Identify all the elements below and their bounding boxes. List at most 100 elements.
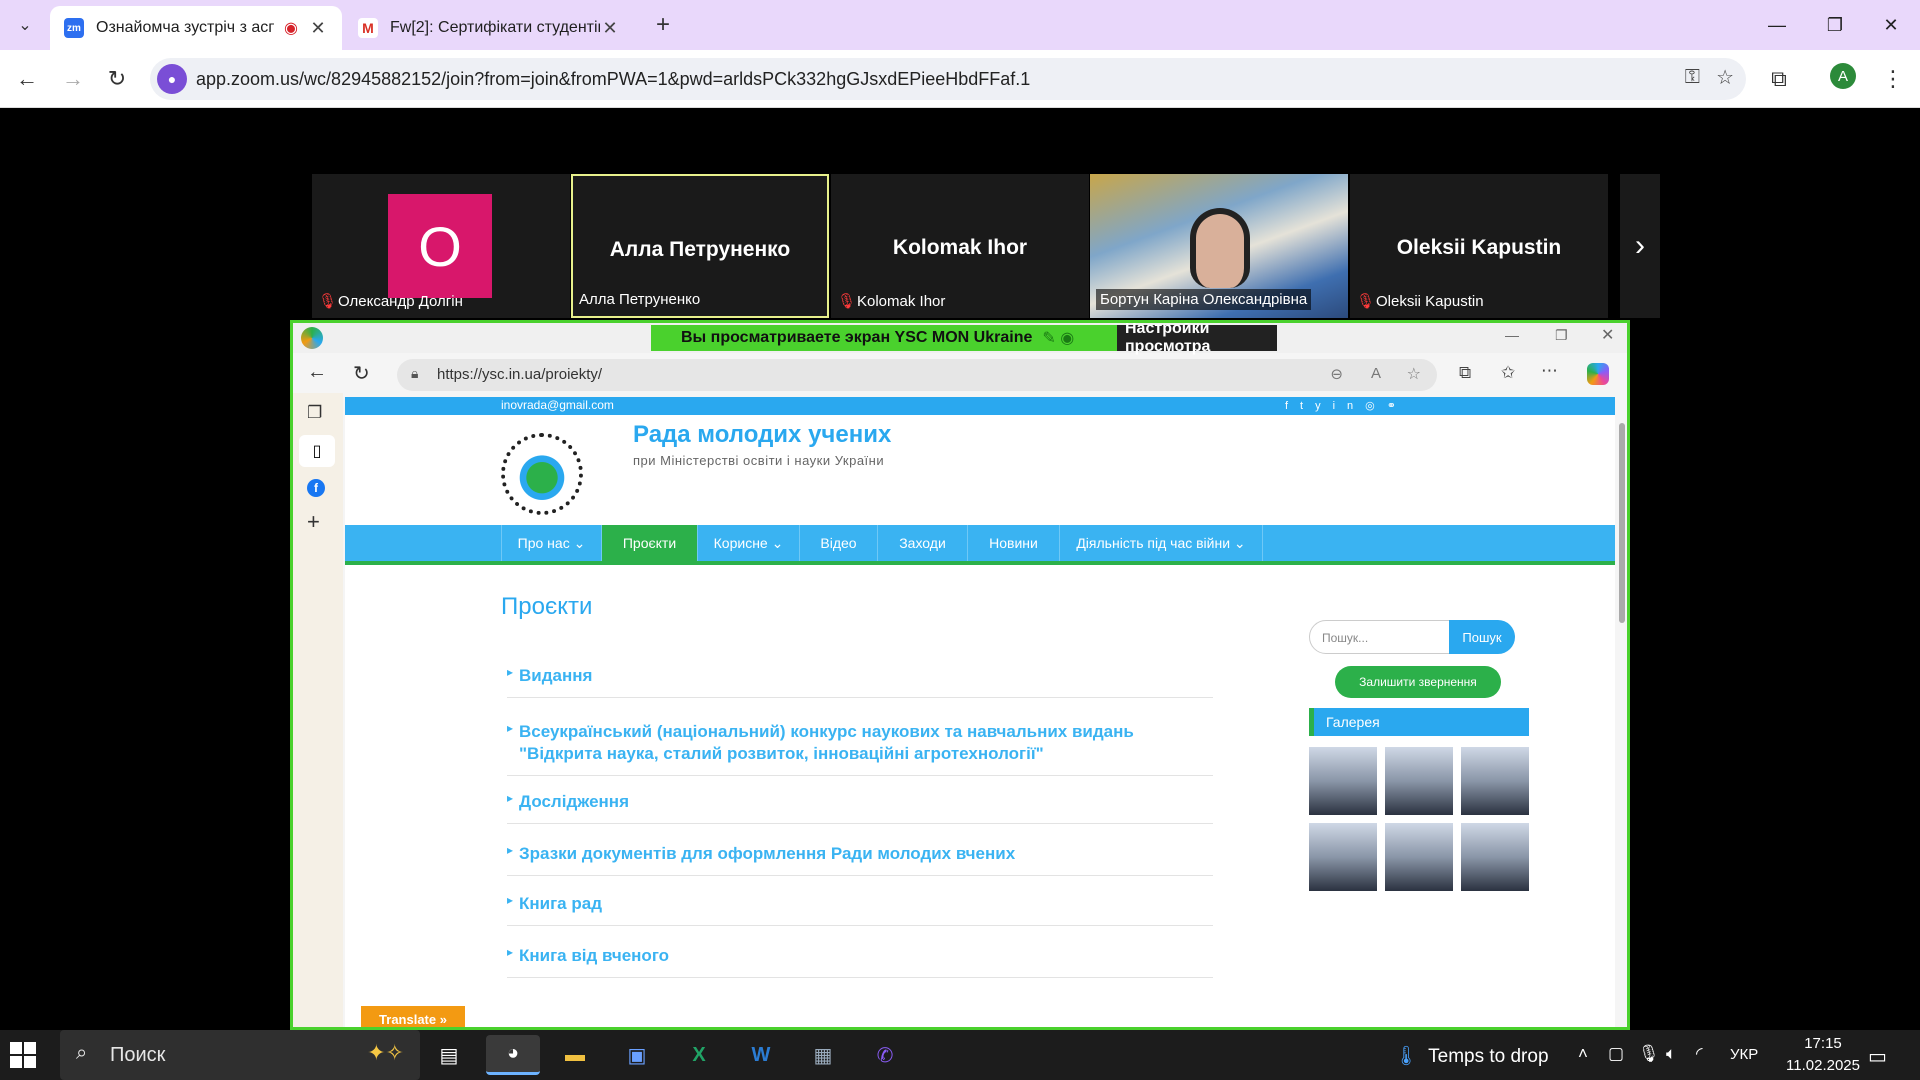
viber-app-icon[interactable]: ✆ xyxy=(858,1035,912,1075)
leave-appeal-button[interactable]: Залишити звернення xyxy=(1335,666,1501,698)
back-arrow-icon[interactable]: ← xyxy=(10,62,44,96)
edge-back-arrow-icon[interactable]: ← xyxy=(307,361,327,384)
gallery-photo[interactable] xyxy=(1385,823,1453,891)
participant-tile[interactable]: Kolomak Ihor 🎙︎ Kolomak Ihor xyxy=(831,174,1089,318)
task-view-icon[interactable]: ▤ xyxy=(422,1035,476,1075)
address-bar[interactable]: ● app.zoom.us/wc/82945882152/join?from=j… xyxy=(150,58,1746,100)
gallery-photo[interactable] xyxy=(1461,747,1529,815)
menu-item-projects[interactable]: Проєкти xyxy=(601,525,697,561)
site-logo[interactable] xyxy=(501,433,583,515)
participant-tile[interactable]: Oleksii Kapustin 🎙︎ Oleksii Kapustin xyxy=(1350,174,1608,318)
edge-more-icon[interactable]: ⋯ xyxy=(1541,361,1558,381)
edge-reload-icon[interactable]: ↻ xyxy=(353,361,370,386)
social-icons[interactable]: ftyin◎⚭ xyxy=(1285,399,1408,412)
new-tab-plus-icon[interactable]: + xyxy=(646,8,680,42)
lock-icon: 🔒︎ xyxy=(411,365,419,381)
save-disk-app-icon[interactable]: ▣ xyxy=(610,1035,664,1075)
clock-date[interactable]: 11.02.2025 xyxy=(1778,1057,1868,1074)
site-email[interactable]: inovrada@gmail.com xyxy=(501,398,614,412)
clock-time[interactable]: 17:15 xyxy=(1778,1035,1868,1052)
file-explorer-icon[interactable]: ▬ xyxy=(548,1035,602,1075)
menu-item-about[interactable]: Про нас ⌄ xyxy=(501,525,601,561)
site-search-input[interactable]: Пошук... xyxy=(1309,620,1469,654)
edge-restore-icon[interactable]: ❐ xyxy=(1555,327,1568,344)
zoom-top-bar xyxy=(0,108,1920,170)
participant-tile[interactable]: O 🎙︎ Олександр Долгін xyxy=(312,174,570,318)
participant-name-label: 🎙︎ Kolomak Ihor xyxy=(837,292,946,311)
facebook-icon[interactable]: f xyxy=(307,479,325,497)
weather-widget[interactable]: 🌡︎ Temps to drop xyxy=(1394,1044,1549,1068)
edge-extensions-icon[interactable]: ⧉ xyxy=(1459,363,1471,383)
edge-address-bar[interactable]: 🔒︎ https://ysc.in.ua/proiekty/ ⊖ A ☆ xyxy=(397,359,1437,391)
minimize-icon[interactable]: — xyxy=(1748,0,1806,50)
edge-minimize-icon[interactable]: — xyxy=(1505,327,1519,343)
edge-url[interactable]: https://ysc.in.ua/proiekty/ xyxy=(437,366,602,383)
site-title[interactable]: Рада молодих учених xyxy=(633,421,891,449)
windows-start-icon[interactable] xyxy=(10,1042,36,1068)
participant-video-tile[interactable]: Бортун Каріна Олександрівна xyxy=(1090,174,1348,318)
project-link[interactable]: Всеукраїнський (національний) конкурс на… xyxy=(507,717,1213,776)
site-search-button[interactable]: Пошук xyxy=(1449,620,1515,654)
forward-arrow-icon[interactable]: → xyxy=(56,62,90,96)
zoom-out-icon[interactable]: ⊖ xyxy=(1330,365,1343,383)
participant-name-label: Алла Петруненко xyxy=(579,291,701,308)
project-link[interactable]: Зразки документів для оформлення Ради мо… xyxy=(507,839,1213,876)
gallery-photo[interactable] xyxy=(1309,823,1377,891)
menu-item-news[interactable]: Новини xyxy=(967,525,1059,561)
meet-now-icon[interactable]: ▢ xyxy=(1608,1044,1624,1064)
view-settings-button[interactable]: Настройки просмотра xyxy=(1117,323,1277,355)
project-link[interactable]: Дослідження xyxy=(507,787,1213,824)
participant-tile-active-speaker[interactable]: Алла Петруненко Алла Петруненко xyxy=(571,174,829,318)
key-icon[interactable]: ⚿ xyxy=(1685,66,1700,89)
translate-button[interactable]: Translate » xyxy=(361,1006,465,1027)
menu-item-video[interactable]: Відео xyxy=(799,525,877,561)
tab-search-chevron-icon[interactable]: ⌄ xyxy=(8,8,42,42)
page-icon[interactable]: ▯ xyxy=(299,435,335,467)
volume-icon[interactable]: 🔈︎ xyxy=(1666,1044,1676,1064)
tray-chevron-icon[interactable]: ˄ xyxy=(1578,1044,1588,1064)
tab-actions-icon[interactable]: ❐ xyxy=(307,403,322,423)
edge-workspace-icon[interactable] xyxy=(301,327,323,349)
microphone-icon[interactable]: ● xyxy=(157,64,187,94)
scrollbar[interactable] xyxy=(1619,423,1625,623)
excel-app-icon[interactable]: X xyxy=(672,1035,726,1075)
gallery-heading: Галерея xyxy=(1309,708,1529,736)
tab-zoom-meeting[interactable]: zm Ознайомча зустріч з аспір ◉ ✕ xyxy=(50,6,342,50)
project-link[interactable]: Книга від вченого xyxy=(507,941,1213,978)
read-aloud-icon[interactable]: A xyxy=(1371,365,1381,382)
menu-item-events[interactable]: Заходи xyxy=(877,525,967,561)
tab-gmail[interactable]: M Fw[2]: Сертифікати студентів - ✕ xyxy=(344,6,634,50)
favorite-star-icon[interactable]: ☆ xyxy=(1407,364,1421,384)
microphone-tray-icon[interactable]: 🎙︎ xyxy=(1638,1044,1660,1064)
network-icon[interactable]: ◜ xyxy=(1696,1044,1703,1064)
menu-kebab-icon[interactable]: ⋮ xyxy=(1876,62,1910,96)
window-close-icon[interactable]: ✕ xyxy=(1862,0,1920,50)
next-page-chevron-icon[interactable]: › xyxy=(1620,174,1660,318)
website-page: inovrada@gmail.com ftyin◎⚭ Рада молодих … xyxy=(345,397,1615,1027)
project-link[interactable]: Видання xyxy=(507,661,1213,698)
close-tab-icon[interactable]: ✕ xyxy=(600,18,620,39)
reload-icon[interactable]: ↻ xyxy=(100,62,134,96)
gallery-photo[interactable] xyxy=(1385,747,1453,815)
profile-avatar[interactable]: A xyxy=(1830,63,1856,89)
chrome-app-icon[interactable]: ◕ xyxy=(486,1035,540,1075)
calculator-app-icon[interactable]: ▦ xyxy=(796,1035,850,1075)
star-bookmark-icon[interactable]: ☆ xyxy=(1716,65,1734,90)
taskbar-search-input[interactable]: ⌕ Поиск ✦✧ xyxy=(60,1030,420,1080)
input-language[interactable]: УКР xyxy=(1730,1046,1758,1063)
copilot-icon[interactable] xyxy=(1587,363,1609,385)
notifications-icon[interactable]: ▭ xyxy=(1868,1044,1887,1069)
word-app-icon[interactable]: W xyxy=(734,1035,788,1075)
add-plus-icon[interactable]: + xyxy=(307,509,320,535)
edge-close-icon[interactable]: ✕ xyxy=(1601,325,1614,345)
edge-favorites-icon[interactable]: ✩ xyxy=(1501,363,1515,383)
gallery-photo[interactable] xyxy=(1309,747,1377,815)
extensions-puzzle-icon[interactable]: ⧉ xyxy=(1762,62,1796,96)
menu-item-useful[interactable]: Корисне ⌄ xyxy=(697,525,799,561)
gallery-photo[interactable] xyxy=(1461,823,1529,891)
project-link[interactable]: Книга рад xyxy=(507,889,1213,926)
menu-item-war-activity[interactable]: Діяльність під час війни ⌄ xyxy=(1059,525,1263,561)
address-url[interactable]: app.zoom.us/wc/82945882152/join?from=joi… xyxy=(196,69,1030,90)
restore-icon[interactable]: ❐ xyxy=(1806,0,1864,50)
close-tab-icon[interactable]: ✕ xyxy=(308,18,328,39)
